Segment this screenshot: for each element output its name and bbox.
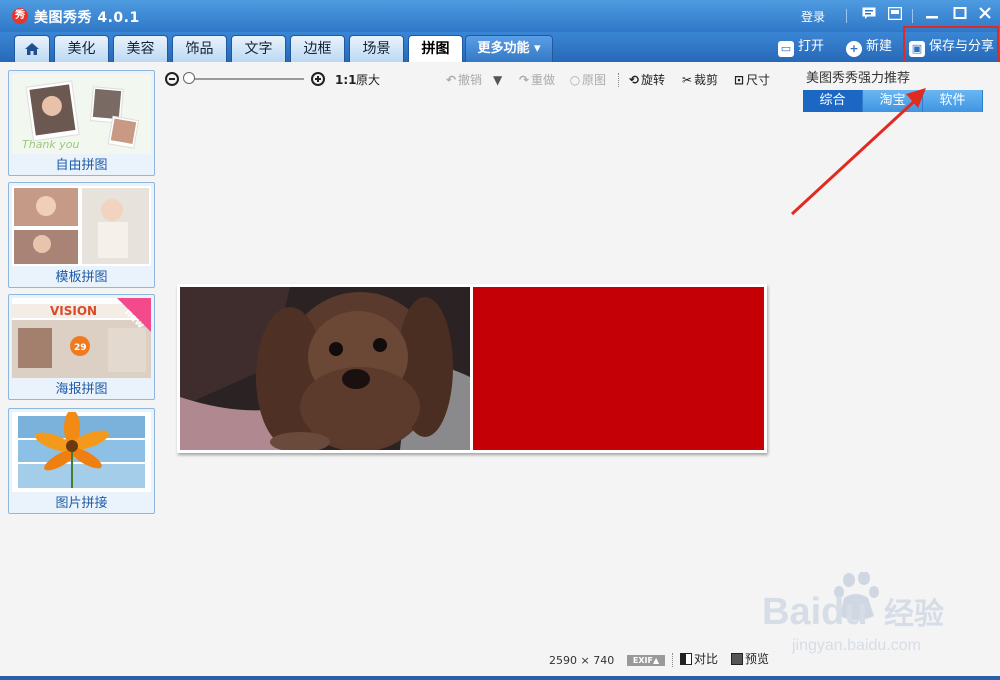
exif-button[interactable]: EXIF▲	[627, 655, 665, 666]
sidebar-item-free-collage[interactable]: Thank you 自由拼图	[8, 70, 155, 176]
resize-icon: ⊡	[733, 73, 745, 87]
title-separator	[912, 9, 913, 23]
tab-decorations[interactable]: 饰品	[172, 35, 227, 62]
sidebar-item-label: 图片拼接	[55, 496, 108, 511]
redo-label: 重做	[531, 73, 556, 87]
open-label: 打开	[798, 39, 825, 54]
tab-beauty[interactable]: 美容	[113, 35, 168, 62]
resize-button[interactable]: ⊡ 尺寸	[732, 72, 770, 88]
collage-cell-dog-photo[interactable]	[180, 287, 470, 450]
template-collage-thumbnail	[12, 186, 151, 266]
annotation-arrow	[790, 88, 926, 216]
new-label: 新建	[866, 39, 893, 54]
undo-icon: ↶	[445, 73, 457, 87]
image-dimensions: 2590 × 740	[549, 654, 614, 667]
toolbar-separator	[618, 73, 619, 87]
svg-text:Thank you: Thank you	[22, 138, 80, 151]
skin-icon[interactable]	[886, 6, 904, 23]
poster-collage-thumbnail: VISION 29 new	[12, 298, 151, 378]
tab-text[interactable]: 文字	[231, 35, 286, 62]
scissors-icon: ✂	[681, 73, 693, 87]
tab-more-features[interactable]: 更多功能 ▾	[465, 35, 553, 62]
sidebar-item-image-stitch[interactable]: 图片拼接	[8, 408, 155, 514]
original-label: 原图	[582, 73, 607, 87]
minimize-icon[interactable]	[922, 6, 942, 24]
resize-label: 尺寸	[746, 73, 771, 87]
compare-icon	[680, 653, 692, 665]
close-icon[interactable]	[975, 6, 995, 24]
collage-canvas[interactable]	[177, 284, 767, 453]
baidu-watermark: Baidu 经验 jingyan.baidu.com	[744, 571, 974, 662]
original-image-button[interactable]: ○ 原图	[568, 72, 606, 88]
undo-dropdown-icon[interactable]: ▼	[493, 72, 502, 88]
undo-label: 撤销	[458, 73, 483, 87]
tab-home[interactable]	[14, 35, 50, 62]
message-icon[interactable]	[860, 7, 878, 23]
app-logo-icon: 秀	[12, 8, 28, 24]
image-width: 2590	[549, 654, 577, 667]
sidebar-item-label: 海报拼图	[55, 382, 108, 397]
zoom-slider-handle[interactable]	[183, 72, 195, 84]
crop-label: 裁剪	[694, 73, 719, 87]
zoom-out-icon[interactable]	[165, 72, 179, 86]
crop-button[interactable]: ✂ 裁剪	[680, 72, 718, 88]
title-bar: 秀 美图秀秀 4.0.1 登录	[0, 0, 1000, 32]
image-height: 740	[593, 654, 615, 667]
title-separator	[846, 9, 847, 23]
open-button[interactable]: ▭ 打开	[778, 36, 824, 58]
actual-size-ratio[interactable]: 1:1	[335, 72, 357, 88]
circle-icon: ○	[569, 73, 581, 87]
tab-frames[interactable]: 边框	[290, 35, 345, 62]
home-icon	[25, 43, 39, 55]
collage-cell-red[interactable]	[473, 287, 764, 450]
svg-text:jingyan.baidu.com: jingyan.baidu.com	[791, 637, 921, 654]
sidebar-item-label: 自由拼图	[55, 158, 108, 173]
rotate-label: 旋转	[641, 73, 666, 87]
dog-photo	[180, 287, 470, 450]
compare-label: 对比	[694, 652, 719, 666]
sidebar-item-poster-collage[interactable]: VISION 29 new 海报拼图	[8, 294, 155, 400]
main-toolbar: 美化 美容 饰品 文字 边框 场景 拼图 更多功能 ▾ ▭ 打开 + 新建 ▣ 保存与…	[0, 32, 1000, 63]
sidebar-item-template-collage[interactable]: 模板拼图	[8, 182, 155, 288]
tab-collage[interactable]: 拼图	[408, 35, 463, 63]
undo-button[interactable]: ↶ 撤销	[444, 72, 482, 88]
app-title: 美图秀秀 4.0.1	[34, 10, 140, 26]
rotate-button[interactable]: ⟲ 旋转	[627, 72, 665, 88]
compare-button[interactable]: 对比	[680, 652, 718, 666]
zoom-in-icon[interactable]	[311, 72, 325, 86]
tab-beautify[interactable]: 美化	[54, 35, 109, 62]
login-link[interactable]: 登录	[801, 8, 825, 25]
redo-button[interactable]: ↷ 重做	[517, 72, 555, 88]
folder-icon: ▭	[778, 41, 794, 57]
svg-text:VISION: VISION	[50, 304, 97, 318]
maximize-icon[interactable]	[950, 6, 970, 24]
svg-text:29: 29	[74, 343, 87, 353]
svg-text:Baidu: Baidu	[762, 591, 868, 633]
image-stitch-thumbnail	[12, 412, 151, 492]
new-button[interactable]: + 新建	[846, 36, 892, 58]
rotate-icon: ⟲	[628, 73, 640, 87]
baidu-logo: Baidu 经验 jingyan.baidu.com	[762, 571, 944, 654]
original-size-button[interactable]: 原大	[356, 72, 380, 88]
sidebar-item-label: 模板拼图	[55, 270, 108, 285]
svg-text:经验: 经验	[884, 597, 944, 632]
status-separator	[672, 653, 673, 667]
dimension-times: ×	[580, 654, 590, 667]
window-border	[0, 676, 1000, 680]
redo-icon: ↷	[518, 73, 530, 87]
tab-scenes[interactable]: 场景	[349, 35, 404, 62]
zoom-slider-track[interactable]	[186, 78, 304, 80]
free-collage-thumbnail: Thank you	[12, 74, 151, 154]
preview-icon	[731, 653, 743, 665]
plus-icon: +	[846, 41, 862, 57]
